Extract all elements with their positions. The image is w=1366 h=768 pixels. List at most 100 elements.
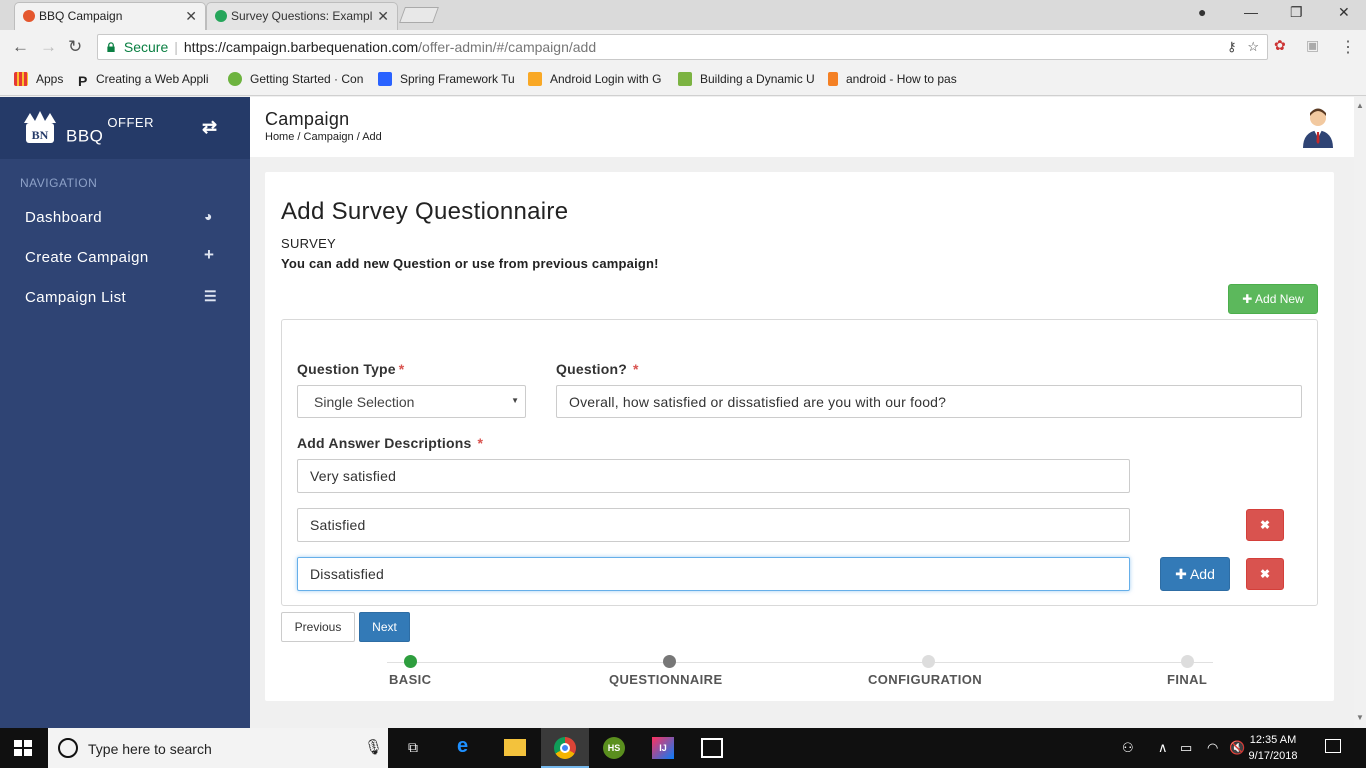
wifi-icon[interactable]: ◠ [1207,740,1218,756]
file-explorer-icon[interactable] [491,728,539,768]
new-tab-button[interactable] [399,7,439,23]
browser-tab-strip: BBQ Campaign ✕ Survey Questions: Exampl … [0,0,1366,30]
sidebar-item-dashboard[interactable]: Dashboard ◕ [0,199,250,235]
previous-button[interactable]: Previous [281,612,355,642]
intellij-icon[interactable]: IJ [639,728,687,768]
avatar[interactable] [1301,106,1335,148]
toggle-sidebar-icon[interactable]: ⇄ [202,117,217,138]
photos-icon[interactable] [688,728,736,768]
step-final-label[interactable]: FINAL [1167,672,1207,687]
taskbar-clock[interactable]: 12:35 AM 9/17/2018 [1245,732,1301,764]
volume-muted-icon[interactable]: 🔇 [1229,740,1245,756]
survey-favicon-icon [215,10,227,22]
bbq-favicon-icon [23,10,35,22]
bookmark-creating-web-app[interactable]: P Creating a Web Appli [78,72,209,89]
next-button[interactable]: Next [359,612,410,642]
clock-time: 12:35 AM [1249,734,1297,746]
battery-icon[interactable]: ▭ [1180,740,1192,756]
action-center-icon[interactable] [1325,739,1341,753]
sidebar-item-label: Campaign List [25,289,127,306]
delete-answer-button[interactable]: ✖ [1246,509,1284,541]
restore-icon[interactable]: ❐ [1290,4,1303,21]
hs-app-icon[interactable]: HS [590,728,638,768]
question-type-label: Question Type * [297,361,405,377]
reload-icon[interactable]: ↻ [68,37,82,57]
edge-icon[interactable]: e [442,728,490,768]
forward-arrow-icon[interactable]: → [40,37,57,57]
close-tab-icon[interactable]: ✕ [185,8,197,25]
extension-color-icon[interactable]: ✿ [1274,37,1286,54]
delete-answer-button[interactable]: ✖ [1246,558,1284,590]
plus-icon: ✚ [1175,566,1190,582]
bookmark-star-icon [528,72,542,86]
list-icon: ☰ [204,288,217,304]
required-mark: * [477,435,484,451]
nav-title: NAVIGATION [20,176,98,190]
minimize-icon[interactable]: — [1244,4,1258,20]
breadcrumb: Home / Campaign / Add [265,131,382,143]
question-type-select[interactable]: Single Selection ▼ [297,385,526,418]
bookmark-getting-started[interactable]: Getting Started · Con [228,72,363,86]
stackoverflow-icon [828,72,838,86]
step-questionnaire-label[interactable]: QUESTIONNAIRE [609,672,723,687]
add-answer-button[interactable]: ✚ Add [1160,557,1230,591]
microphone-icon[interactable]: 🎙 [364,738,383,756]
question-input[interactable]: Overall, how satisfied or dissatisfied a… [556,385,1302,418]
chevron-up-icon[interactable]: ∧ [1158,740,1168,756]
answer-input-2[interactable]: Satisfied [297,508,1130,542]
close-window-icon[interactable]: ✕ [1338,4,1350,21]
windows-start-icon[interactable] [14,740,32,756]
close-tab-icon[interactable]: ✕ [377,8,389,25]
tab-survey-questions[interactable]: Survey Questions: Exampl ✕ [206,2,398,30]
url-host: https://campaign.barbequenation.com [183,39,419,55]
people-icon[interactable]: ⚇ [1122,740,1134,756]
scroll-down-icon[interactable]: ▼ [1356,713,1364,722]
sidebar-item-create-campaign[interactable]: Create Campaign + [0,239,250,275]
question-panel: Question Type * Single Selection ▼ Questi… [281,319,1318,606]
bookmark-android-login[interactable]: Android Login with G [528,72,661,86]
chrome-menu-icon[interactable]: ⋮ [1340,37,1356,57]
question-label: Question? * [556,361,639,377]
close-icon: ✖ [1259,518,1271,532]
address-bar[interactable]: Secure | https://campaign.barbequenation.c… [97,34,1268,60]
plus-icon: + [204,245,215,264]
bookmark-apps[interactable]: Apps [14,72,63,86]
section-subtitle: You can add new Question or use from pre… [281,256,659,271]
sidebar-item-campaign-list[interactable]: Campaign List ☰ [0,279,250,315]
task-view-icon[interactable]: ⧉ [392,728,440,768]
bookmark-star-icon[interactable]: ☆ [1247,39,1259,54]
scroll-up-icon[interactable]: ▲ [1356,101,1364,110]
page-scrollbar[interactable]: ▲ ▼ [1354,97,1366,728]
bookmark-building-dynamic[interactable]: Building a Dynamic U [678,72,815,86]
sidebar: BN BBQOFFER ⇄ NAVIGATION Dashboard ◕ Cre… [0,97,250,728]
add-new-button[interactable]: ✚ Add New [1228,284,1318,314]
bbq-logo: BN [24,111,56,143]
back-arrow-icon[interactable]: ← [12,37,29,57]
answer-input-3[interactable]: Dissatisfied [297,557,1130,591]
android-icon [678,72,692,86]
brand-name: BBQOFFER [66,115,154,146]
chrome-taskbar-icon[interactable] [541,728,589,768]
svg-text:BN: BN [32,128,49,142]
step-basic-label[interactable]: BASIC [389,672,431,687]
spring-icon [228,72,242,86]
step-configuration-dot [922,655,935,668]
bookmark-android-how-to[interactable]: android - How to pas [828,72,957,86]
tab-bbq-campaign[interactable]: BBQ Campaign ✕ [14,2,206,30]
page-header: Campaign Home / Campaign / Add [250,97,1354,157]
answer-input-1[interactable]: Very satisfied [297,459,1130,493]
clock-date: 9/17/2018 [1248,750,1298,762]
bookmarks-bar: Apps P Creating a Web Appli Getting Start… [0,64,1366,96]
dashboard-icon: ◕ [204,208,213,224]
taskbar-search-box[interactable]: Type here to search 🎙 [48,728,388,768]
extension-icon[interactable]: ▣ [1306,37,1319,54]
step-configuration-label[interactable]: CONFIGURATION [868,672,982,687]
sidebar-item-label: Dashboard [25,209,102,226]
cortana-icon [58,738,78,758]
profile-icon[interactable]: ● [1198,4,1206,20]
survey-card: Add Survey Questionnaire SURVEY You can … [265,172,1334,701]
close-icon: ✖ [1259,567,1271,581]
key-icon[interactable]: ⚷ [1227,39,1237,54]
search-placeholder: Type here to search [88,741,212,757]
bookmark-spring-framework[interactable]: Spring Framework Tu [378,72,515,86]
